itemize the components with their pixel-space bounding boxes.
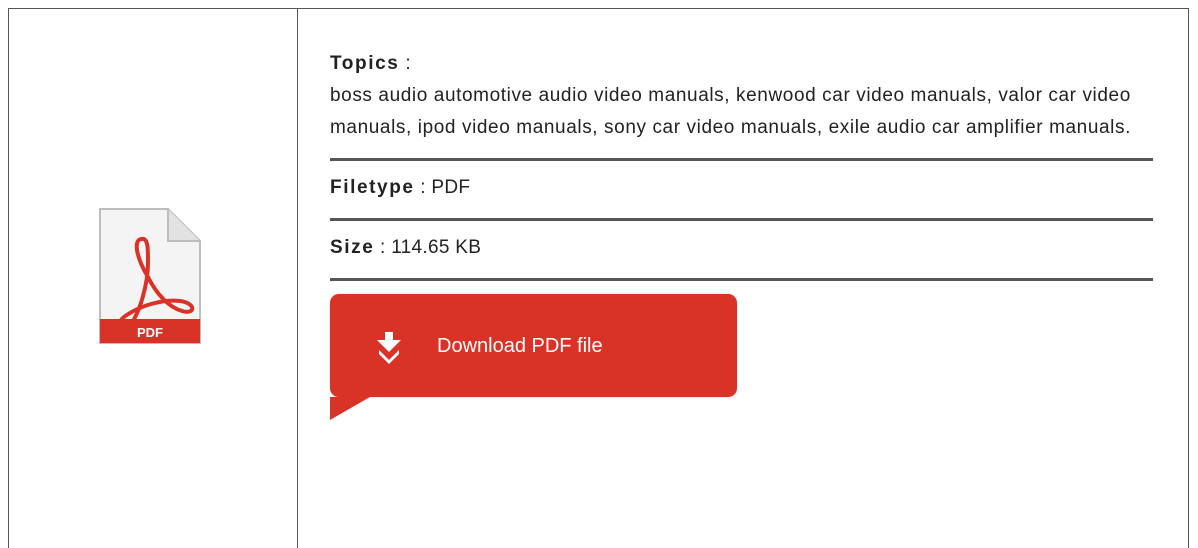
pdf-icon-label: PDF (137, 325, 163, 340)
file-icon-cell: PDF (9, 9, 298, 548)
size-row: Size : 114.65 KB (330, 221, 1153, 278)
topics-text: boss audio automotive audio video manual… (330, 85, 1131, 138)
topics-separator: : (405, 53, 412, 74)
topics-section: Topics : boss audio automotive audio vid… (330, 48, 1153, 158)
size-label: Size (330, 237, 375, 258)
filetype-separator: : (420, 177, 426, 198)
size-separator: : (380, 237, 386, 258)
topics-label: Topics (330, 53, 400, 74)
pdf-file-icon: PDF (99, 208, 201, 344)
divider (330, 278, 1153, 281)
download-pdf-button[interactable]: Download PDF file (330, 294, 737, 420)
download-button-label: Download PDF file (437, 335, 603, 357)
size-value: 114.65 KB (391, 237, 482, 258)
download-arrows-icon (377, 332, 401, 364)
filetype-row: Filetype : PDF (330, 161, 1153, 218)
file-details: Topics : boss audio automotive audio vid… (330, 48, 1153, 420)
filetype-label: Filetype (330, 177, 415, 198)
filetype-value: PDF (431, 177, 471, 198)
